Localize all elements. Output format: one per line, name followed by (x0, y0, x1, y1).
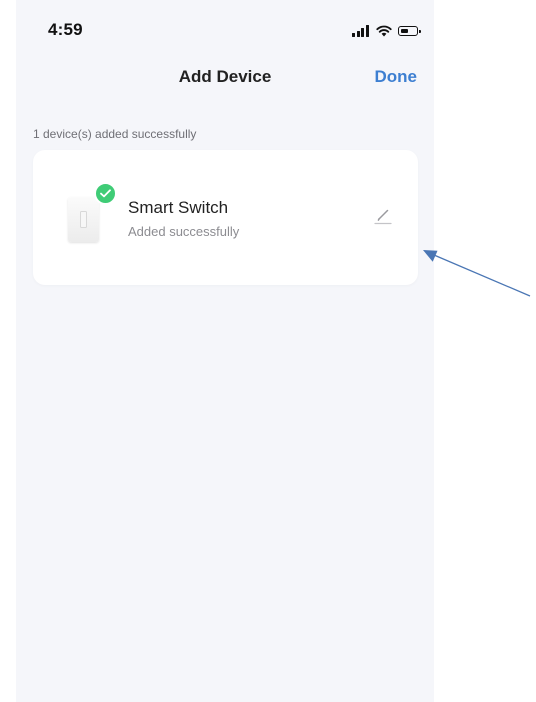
success-check-badge (94, 182, 117, 205)
battery-icon (398, 26, 421, 36)
device-card[interactable]: Smart Switch Added successfully (33, 150, 418, 285)
device-status: Added successfully (128, 224, 240, 239)
done-button[interactable]: Done (375, 67, 418, 87)
phone-screen: 4:59 Add Device Done 1 device(s) added s… (16, 0, 434, 702)
smart-switch-thumbnail (68, 197, 99, 242)
edit-pencil-icon[interactable] (373, 206, 393, 226)
switch-rocker (80, 211, 87, 228)
cellular-signal-icon (352, 25, 370, 37)
battery-level (400, 28, 408, 33)
check-icon (100, 189, 111, 198)
navigation-bar: Add Device Done (16, 54, 434, 102)
page-title: Add Device (178, 67, 272, 86)
device-name: Smart Switch (128, 198, 229, 217)
status-icons (352, 24, 421, 38)
status-bar: 4:59 (16, 0, 434, 54)
screenshot-stage: 4:59 Add Device Done 1 device(s) added s… (0, 0, 536, 702)
status-time: 4:59 (48, 20, 83, 39)
wifi-icon (376, 25, 392, 37)
devices-added-summary: 1 device(s) added successfully (33, 127, 197, 141)
